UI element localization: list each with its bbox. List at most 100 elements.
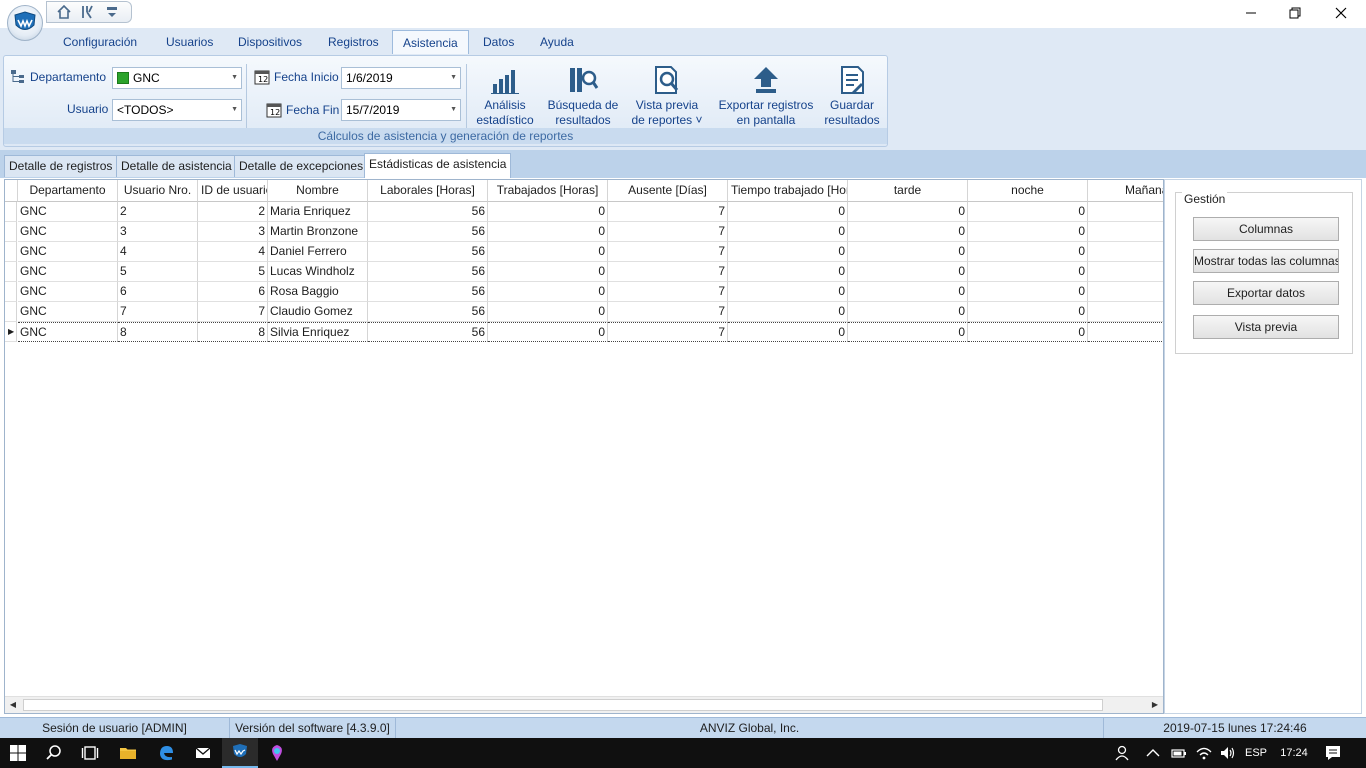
table-cell[interactable]: 0 — [728, 302, 848, 322]
tab-attendance-statistics[interactable]: Estádisticas de asistencia — [364, 153, 512, 178]
table-cell[interactable]: 6 — [198, 282, 268, 302]
column-header[interactable]: noche — [968, 180, 1088, 202]
column-header[interactable]: Mañana — [1088, 180, 1163, 202]
tab-exceptions-detail[interactable]: Detalle de excepciones — [234, 155, 369, 177]
table-cell[interactable]: 0 — [488, 322, 608, 342]
table-cell[interactable]: 7 — [608, 262, 728, 282]
table-cell[interactable]: 2 — [198, 202, 268, 222]
tab-datos[interactable]: Datos — [473, 30, 524, 54]
table-cell[interactable]: 7 — [608, 302, 728, 322]
volume-button[interactable] — [1216, 738, 1240, 768]
tab-registros[interactable]: Registros — [318, 30, 389, 54]
edge-browser-button[interactable] — [148, 738, 184, 768]
columns-button[interactable]: Columnas — [1193, 217, 1339, 241]
table-cell[interactable]: 0 — [728, 282, 848, 302]
column-header[interactable]: Ausente [Días] — [608, 180, 728, 202]
table-cell[interactable]: 5 — [118, 262, 198, 282]
table-cell[interactable]: 3 — [198, 222, 268, 242]
restore-button[interactable] — [1272, 0, 1318, 26]
table-cell[interactable]: 0 — [968, 262, 1088, 282]
table-cell[interactable]: 0 — [488, 242, 608, 262]
table-cell[interactable]: 4 — [118, 242, 198, 262]
tab-asistencia[interactable]: Asistencia — [392, 30, 469, 54]
table-cell[interactable]: 0 — [488, 262, 608, 282]
people-button[interactable] — [1106, 738, 1140, 768]
table-cell[interactable] — [1088, 242, 1163, 262]
tab-configuracion[interactable]: Configuración — [53, 30, 147, 54]
table-cell[interactable]: 0 — [848, 262, 968, 282]
start-button[interactable] — [0, 738, 36, 768]
report-preview-button[interactable]: Vista previa de reportes ˅ — [628, 62, 706, 132]
table-cell[interactable]: 0 — [848, 222, 968, 242]
table-cell[interactable]: 8 — [118, 322, 198, 342]
input-language[interactable]: ESP — [1240, 738, 1272, 768]
table-cell[interactable]: GNC — [18, 242, 118, 262]
table-cell[interactable] — [1088, 322, 1163, 342]
department-combo[interactable]: GNC ▼ — [112, 67, 242, 89]
column-header[interactable]: Tiempo trabajado [Horas] — [728, 180, 848, 202]
table-cell[interactable]: 7 — [608, 282, 728, 302]
row-indicator[interactable] — [5, 302, 17, 322]
table-cell[interactable]: 7 — [608, 202, 728, 222]
table-cell[interactable]: 4 — [198, 242, 268, 262]
table-cell[interactable]: 8 — [198, 322, 268, 342]
table-cell[interactable]: 5 — [198, 262, 268, 282]
battery-button[interactable] — [1166, 738, 1192, 768]
show-all-columns-button[interactable]: Mostrar todas las columnas — [1193, 249, 1339, 273]
tab-records-detail[interactable]: Detalle de registros — [4, 155, 118, 177]
table-cell[interactable]: 0 — [728, 242, 848, 262]
scroll-left-icon[interactable]: ◀ — [5, 697, 21, 713]
row-indicator[interactable] — [5, 262, 17, 282]
table-cell[interactable]: 0 — [848, 242, 968, 262]
row-indicator[interactable] — [5, 242, 17, 262]
horizontal-scrollbar[interactable]: ◀ ▶ — [5, 696, 1163, 713]
task-view-button[interactable] — [72, 738, 108, 768]
table-cell[interactable]: 56 — [368, 322, 488, 342]
statistical-analysis-button[interactable]: Análisis estadístico — [470, 62, 540, 132]
wifi-button[interactable] — [1192, 738, 1216, 768]
table-cell[interactable]: GNC — [18, 322, 118, 342]
start-date-picker[interactable]: 1/6/2019 ▼ — [341, 67, 461, 89]
tab-usuarios[interactable]: Usuarios — [156, 30, 223, 54]
table-cell[interactable]: Martin Bronzone — [268, 222, 368, 242]
table-cell[interactable]: 0 — [968, 322, 1088, 342]
column-header[interactable]: Nombre — [268, 180, 368, 202]
column-header[interactable]: Laborales [Horas] — [368, 180, 488, 202]
column-header[interactable]: ID de usuario — [198, 180, 268, 202]
row-indicator[interactable] — [5, 202, 17, 222]
table-cell[interactable]: 56 — [368, 202, 488, 222]
search-results-button[interactable]: Búsqueda de resultados — [544, 62, 622, 132]
table-cell[interactable]: GNC — [18, 222, 118, 242]
paint-app-button[interactable] — [259, 738, 295, 768]
table-cell[interactable]: Lucas Windholz — [268, 262, 368, 282]
table-cell[interactable]: 7 — [198, 302, 268, 322]
save-results-button[interactable]: Guardar resultados — [820, 62, 884, 132]
column-header[interactable]: Usuario Nro. — [118, 180, 198, 202]
table-cell[interactable]: GNC — [18, 302, 118, 322]
tab-dispositivos[interactable]: Dispositivos — [228, 30, 312, 54]
table-cell[interactable]: 0 — [728, 222, 848, 242]
column-header[interactable]: Departamento — [18, 180, 118, 202]
close-button[interactable] — [1318, 0, 1364, 26]
table-cell[interactable]: 0 — [488, 302, 608, 322]
tools-icon[interactable] — [79, 4, 97, 20]
table-cell[interactable] — [1088, 302, 1163, 322]
scrollbar-thumb[interactable] — [23, 699, 1103, 711]
table-cell[interactable]: Maria Enriquez — [268, 202, 368, 222]
clock[interactable]: 17:24 — [1272, 738, 1316, 768]
table-cell[interactable]: 0 — [968, 222, 1088, 242]
user-combo[interactable]: <TODOS> ▼ — [112, 99, 242, 121]
table-cell[interactable]: Daniel Ferrero — [268, 242, 368, 262]
anviz-app-button[interactable] — [222, 738, 258, 768]
table-cell[interactable]: 6 — [118, 282, 198, 302]
table-cell[interactable]: Silvia Enriquez — [268, 322, 368, 342]
table-cell[interactable]: 0 — [488, 202, 608, 222]
minimize-button[interactable] — [1228, 0, 1274, 26]
column-header[interactable]: Trabajados [Horas] — [488, 180, 608, 202]
app-menu-button[interactable] — [7, 5, 43, 41]
table-cell[interactable]: 0 — [968, 242, 1088, 262]
table-cell[interactable] — [1088, 202, 1163, 222]
table-cell[interactable]: 0 — [728, 322, 848, 342]
table-cell[interactable]: 7 — [608, 242, 728, 262]
table-cell[interactable]: Rosa Baggio — [268, 282, 368, 302]
